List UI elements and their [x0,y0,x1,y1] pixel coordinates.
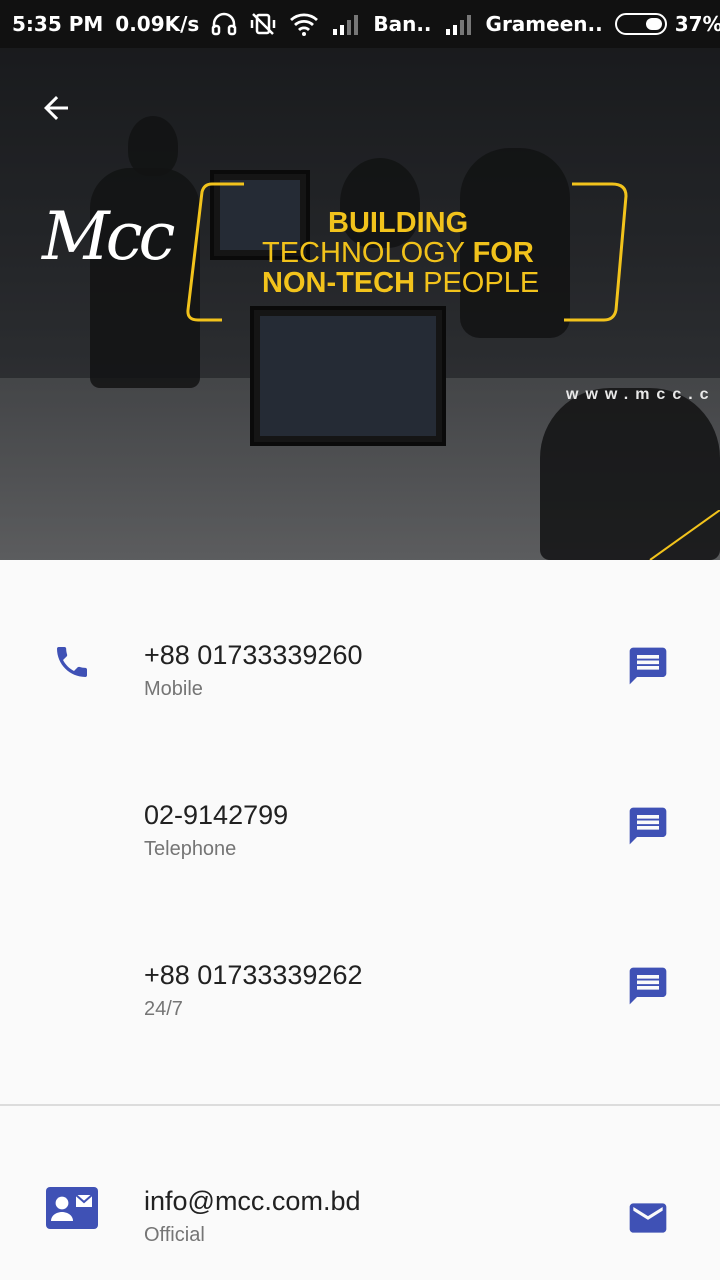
tagline-line-3b: PEOPLE [423,267,540,299]
status-battery: 37% [674,12,720,36]
status-bar: 5:35 PM 0.09K/s Ban.. Grameen.. 37% [0,0,720,48]
contact-row-24-7[interactable]: +88 01733339262 24/7 [0,920,720,1040]
contact-row-mobile[interactable]: +88 01733339260 Mobile [0,600,720,720]
status-carrier-1: Ban.. [373,12,432,36]
email-address: info@mcc.com.bd [144,1186,361,1216]
message-button[interactable] [622,640,674,692]
email-icon [629,1203,667,1233]
message-button[interactable] [622,800,674,852]
contact-row-telephone[interactable]: 02-9142799 Telephone [0,760,720,880]
tagline-line-2a: TECHNOLOGY [262,237,465,269]
contact-row-email[interactable]: info@mcc.com.bd Official [0,1146,720,1266]
phone-label: Telephone [144,838,237,860]
headset-icon [211,12,237,36]
arrow-back-icon [44,96,68,120]
phone-number: 02-9142799 [144,800,289,830]
status-net-speed: 0.09K/s [115,12,200,36]
tagline-line-3a: NON-TECH [262,267,416,299]
back-button[interactable] [26,78,86,138]
tagline-line-2b: FOR [472,237,534,269]
section-divider [0,1104,720,1106]
status-time: 5:35 PM [12,12,104,36]
phone-number: +88 01733339260 [144,640,363,670]
header-image: Mcc BUILDING TECHNOLOGY FOR NON-TECH PEO… [0,48,720,560]
wifi-icon [289,12,319,36]
status-carrier-2: Grameen.. [485,12,603,36]
message-icon [629,647,667,685]
send-email-button[interactable] [622,1192,674,1244]
message-icon [629,967,667,1005]
contact-mail-icon [46,1186,98,1230]
signal-icon [444,13,474,35]
phone-label: Mobile [144,678,203,700]
phone-label: 24/7 [144,998,183,1020]
signal-icon [331,13,361,35]
email-label: Official [144,1224,205,1246]
message-icon [629,807,667,845]
message-button[interactable] [622,960,674,1012]
phone-number: +88 01733339262 [144,960,363,990]
vibrate-off-icon [249,12,277,36]
tagline-line-1: BUILDING [328,207,469,239]
company-logo: Mcc [42,198,176,275]
tagline: BUILDING TECHNOLOGY FOR NON-TECH PEOPLE [262,208,562,298]
decor-line [649,510,720,560]
phone-icon [46,640,98,684]
website-text: www.mcc.c [566,386,716,403]
battery-icon [614,13,667,35]
